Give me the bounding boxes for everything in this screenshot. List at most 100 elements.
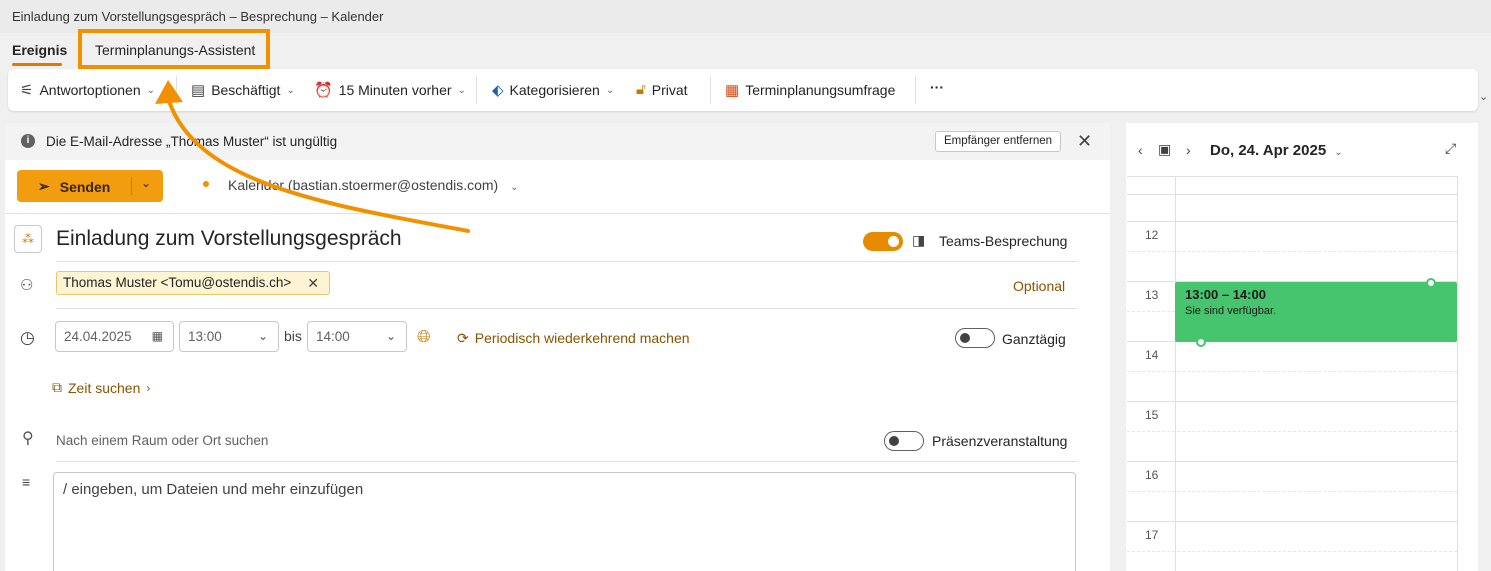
divider [56,461,1077,462]
send-options-chevron-icon[interactable]: ⌄ [141,176,151,190]
video-camera-icon: ◨ [912,232,926,248]
divider [710,76,711,104]
remove-recipient-button[interactable]: Empfänger entfernen [935,131,1061,152]
calendar-icon: ▦ [151,329,163,343]
more-button[interactable]: ··· [930,79,944,95]
busy-label: Beschäftigt [211,82,281,98]
private-label: Privat [651,81,688,98]
clock-icon: ◷ [20,328,35,347]
window-title: Einladung zum Vorstellungsgespräch – Bes… [12,9,384,24]
subject-field[interactable]: Einladung zum Vorstellungsgespräch [56,227,402,251]
toolbar: ⚟ Antwortoptionen ⌄ ▤ Beschäftigt ⌄ ⏰ 15… [8,69,1478,111]
hour-label: 14 [1145,348,1159,362]
in-person-label: Präsenzveranstaltung [932,433,1068,449]
event-resize-handle-bottom[interactable] [1196,337,1206,347]
recipient-chip[interactable]: Thomas Muster <Tomu@ostendis.ch> ✕ [56,271,330,295]
hour-label: 13 [1145,288,1159,302]
teams-toggle[interactable] [863,232,903,251]
grid-line [1127,371,1457,372]
find-time-link[interactable]: ⧉ Zeit suchen › [52,379,150,396]
all-day-toggle[interactable] [955,328,995,348]
optional-attendees-link[interactable]: Optional [1013,278,1065,294]
show-as-dropdown[interactable]: ▤ Beschäftigt ⌄ [191,81,295,99]
grid-line [1127,221,1457,222]
chevron-down-icon: ⌄ [605,84,615,96]
tab-ereignis[interactable]: Ereignis [12,42,67,58]
remove-recipient-icon[interactable]: ✕ [307,272,319,294]
calendar-panel [1126,123,1478,571]
recipient-label: Thomas Muster <Tomu@ostendis.ch> [63,275,292,290]
calendar-selector[interactable]: Kalender (bastian.stoermer@ostendis.com)… [228,177,519,193]
divider [56,261,1077,262]
grid-line [1127,461,1457,462]
send-button-content[interactable]: ➢ Senden [38,178,110,195]
chevron-down-icon: ⌄ [385,329,396,343]
recurring-button[interactable]: ⟳ Periodisch wiederkehrend machen [457,330,690,347]
grid-line [1127,194,1457,195]
chevron-left-icon[interactable]: ‹ [1138,142,1143,158]
alarm-clock-icon: ⏰ [314,82,333,99]
start-time-value: 13:00 [188,329,222,344]
scheduling-poll-button[interactable]: ▦ Terminplanungsumfrage [725,81,895,99]
in-person-toggle[interactable] [884,431,924,451]
grid-line [1127,401,1457,402]
busy-icon: ▤ [191,82,206,99]
globe-icon[interactable]: 🌐︎ [417,327,431,347]
send-icon: ➢ [38,178,50,194]
expand-ribbon-icon[interactable]: ⌄ [1479,90,1488,103]
teams-label: Teams-Besprechung [939,233,1068,249]
event-resize-handle-top[interactable] [1426,278,1436,288]
calendar-date: Do, 24. Apr 2025 [1210,142,1327,159]
find-time-icon: ⧉ [52,379,62,395]
tag-icon: ⬖ [492,82,504,99]
calendar-border [1457,176,1458,571]
info-message: Die E-Mail-Adresse „Thomas Muster“ ist u… [46,134,338,149]
divider [5,213,1110,214]
all-day-label: Ganztägig [1002,331,1066,347]
close-icon[interactable]: ✕ [1077,131,1092,152]
categorize-label: Kategorisieren [509,82,600,98]
response-options-button[interactable]: ⚟ Antwortoptionen ⌄ [20,81,155,99]
repeat-icon: ⟳ [457,330,469,346]
info-icon: i [21,134,35,148]
divider [476,76,477,104]
send-label: Senden [59,178,111,195]
location-pin-icon: ⚲ [22,430,34,447]
body-placeholder: / eingeben, um Dateien und mehr einzufüg… [63,481,364,498]
poll-icon: ▦ [725,82,740,99]
start-date-picker[interactable]: 24.04.2025 ▦ [55,321,174,352]
location-input[interactable]: Nach einem Raum oder Ort suchen [56,433,268,448]
calendar-date-selector[interactable]: Do, 24. Apr 2025 ⌄ [1210,142,1343,159]
start-time-dropdown[interactable]: 13:00 ⌄ [179,321,279,352]
active-tab-indicator [12,63,62,66]
private-button[interactable]: 🔓︎ Privat [636,81,688,98]
expand-icon[interactable]: ⤢ [1445,140,1456,157]
chevron-right-icon[interactable]: › [1186,142,1191,158]
chevron-down-icon: ⌄ [257,329,268,343]
end-time-value: 14:00 [316,329,350,344]
reminder-dropdown[interactable]: ⏰ 15 Minuten vorher ⌄ [314,81,466,99]
grid-line [1127,176,1457,177]
sliders-icon: ⚟ [20,82,34,99]
start-date-value: 24.04.2025 [64,329,132,344]
event-status: Sie sind verfügbar. [1185,305,1277,317]
end-time-dropdown[interactable]: 14:00 ⌄ [307,321,407,352]
today-icon[interactable]: ▣ [1158,141,1171,158]
grid-line [1127,431,1457,432]
reminder-label: 15 Minuten vorher [338,82,452,98]
chevron-down-icon: ⌄ [510,182,519,193]
grid-line [1127,491,1457,492]
add-people-icon: ⚇ [20,277,34,294]
chevron-right-icon: › [146,380,151,395]
event-type-icon[interactable]: ⁂ [14,225,42,253]
grid-line [1127,551,1457,552]
bis-label: bis [284,328,302,344]
event-time: 13:00 – 14:00 [1185,287,1266,302]
chevron-down-icon: ⌄ [146,84,156,96]
categorize-button[interactable]: ⬖ Kategorisieren ⌄ [492,81,614,99]
grid-line [1127,251,1457,252]
time-column-border [1175,176,1176,571]
calendar-label: Kalender (bastian.stoermer@ostendis.com) [228,177,499,193]
divider [176,76,177,104]
chevron-down-icon: ⌄ [1334,147,1343,158]
